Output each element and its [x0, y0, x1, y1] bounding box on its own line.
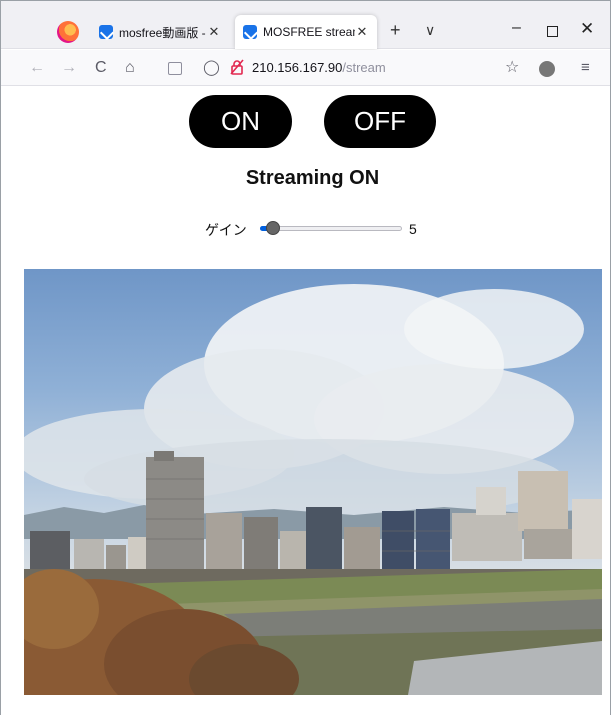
tab-title: MOSFREE stream — [263, 25, 355, 39]
reader-view-icon[interactable] — [168, 62, 182, 75]
forward-arrow-icon[interactable]: → — [61, 59, 77, 77]
minimize-icon[interactable]: – — [512, 19, 521, 37]
on-button[interactable]: ON — [189, 95, 292, 148]
back-arrow-icon[interactable]: ← — [29, 59, 45, 77]
close-icon[interactable]: ✕ — [207, 24, 221, 40]
extension-icon[interactable] — [539, 61, 555, 77]
site-favicon-icon — [99, 25, 113, 39]
navigation-toolbar: ← → C ⌂ ◯ 210.156.167.90/stream ☆ ≡ — [1, 50, 610, 86]
off-button[interactable]: OFF — [324, 95, 436, 148]
gain-slider[interactable] — [258, 221, 402, 235]
gain-value: 5 — [409, 221, 417, 237]
window-close-icon[interactable]: ✕ — [580, 19, 594, 39]
maximize-icon[interactable] — [547, 26, 558, 37]
bookmark-star-icon[interactable]: ☆ — [505, 59, 519, 77]
slider-track — [260, 226, 402, 231]
url-path: /stream — [342, 60, 386, 75]
tab-mosfree-stream[interactable]: MOSFREE stream ✕ — [235, 15, 377, 49]
insecure-lock-icon[interactable] — [230, 59, 244, 80]
firefox-view-icon[interactable] — [57, 21, 79, 43]
reload-icon[interactable]: C — [95, 59, 107, 77]
site-favicon-icon — [243, 25, 257, 39]
chevron-down-icon[interactable]: ∨ — [425, 21, 435, 39]
camera-stream-image — [24, 269, 602, 695]
url-host: 210.156.167.90 — [252, 60, 343, 75]
tab-strip: mosfree動画版 - 秋 ✕ MOSFREE stream ✕ + ∨ – … — [1, 1, 610, 49]
hamburger-menu-icon[interactable]: ≡ — [581, 59, 590, 77]
new-tab-icon[interactable]: + — [390, 21, 401, 39]
streaming-status: Streaming ON — [245, 167, 380, 189]
home-icon[interactable]: ⌂ — [125, 59, 135, 77]
tab-mosfree-video[interactable]: mosfree動画版 - 秋 ✕ — [91, 15, 229, 49]
close-icon[interactable]: ✕ — [355, 24, 369, 40]
tracking-shield-icon[interactable]: ◯ — [203, 59, 220, 77]
page-content: ON OFF Streaming ON ゲイン 5 — [1, 87, 610, 715]
slider-thumb[interactable] — [266, 221, 281, 235]
address-bar[interactable]: 210.156.167.90/stream — [252, 60, 386, 75]
browser-window: mosfree動画版 - 秋 ✕ MOSFREE stream ✕ + ∨ – … — [0, 0, 611, 715]
tab-title: mosfree動画版 - 秋 — [119, 25, 207, 40]
gain-label: ゲイン — [205, 222, 247, 238]
